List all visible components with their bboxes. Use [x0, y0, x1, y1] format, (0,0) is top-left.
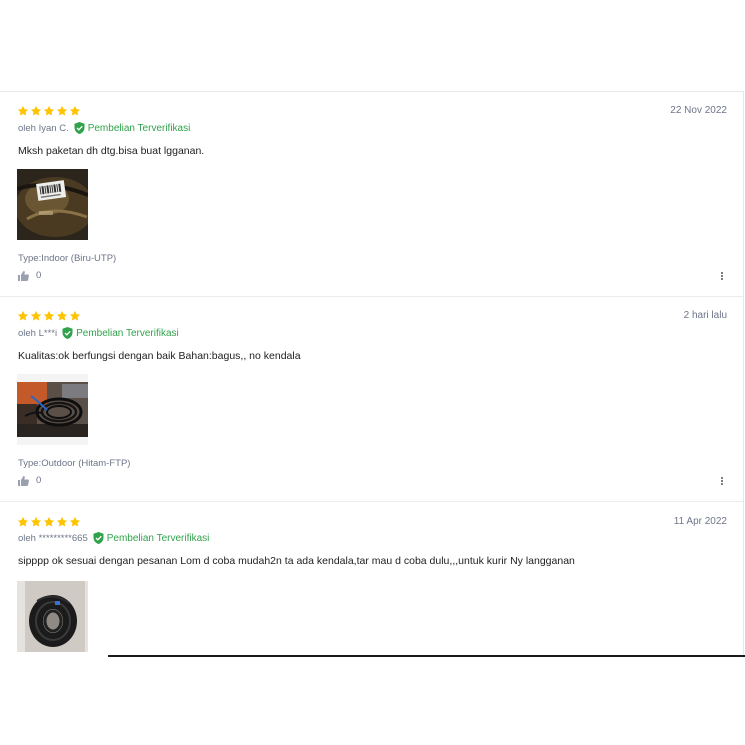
review-text: Mksh paketan dh dtg.bisa buat lgganan. [18, 145, 205, 157]
star-icon [17, 105, 29, 117]
review-text: Kualitas:ok berfungsi dengan baik Bahan:… [18, 350, 301, 362]
verified-label: Pembelian Terverifikasi [106, 532, 210, 544]
star-icon [56, 105, 68, 117]
rating-stars [17, 516, 81, 528]
reviewer-name: oleh *********665 [18, 532, 88, 544]
rating-stars [17, 310, 81, 322]
review-list: 22 Nov 2022 oleh Iyan C. Pembelian Terve… [0, 91, 744, 658]
more-options-button[interactable] [721, 476, 725, 486]
review-photo[interactable] [17, 581, 88, 652]
verified-label: Pembelian Terverifikasi [76, 327, 179, 339]
reviewer-line: oleh Iyan C. Pembelian Terverifikasi [18, 122, 190, 134]
reviewer-name: oleh Iyan C. [18, 122, 69, 134]
star-icon [56, 516, 68, 528]
star-icon [69, 105, 81, 117]
star-icon [69, 516, 81, 528]
bottom-rule [108, 655, 745, 657]
review-date: 11 Apr 2022 [673, 516, 727, 527]
review-text: sipppp ok sesuai dengan pesanan Lom d co… [18, 555, 575, 567]
verified-badge: Pembelian Terverifikasi [74, 122, 191, 134]
star-icon [43, 105, 55, 117]
star-icon [17, 310, 29, 322]
reviewer-line: oleh L***i Pembelian Terverifikasi [18, 327, 179, 339]
review-divider [0, 296, 743, 297]
like-count: 0 [36, 475, 42, 486]
reviewer-name: oleh L***i [18, 327, 58, 339]
review-photo[interactable] [17, 374, 88, 445]
verified-badge: Pembelian Terverifikasi [93, 532, 210, 544]
thumbs-up-icon [18, 475, 29, 486]
verified-shield-icon [62, 327, 73, 339]
star-icon [69, 310, 81, 322]
like-button[interactable]: 0 [18, 270, 41, 281]
like-button[interactable]: 0 [18, 475, 41, 486]
like-count: 0 [36, 270, 42, 281]
star-icon [43, 310, 55, 322]
review-divider [0, 501, 743, 502]
verified-shield-icon [93, 532, 104, 544]
star-icon [43, 516, 55, 528]
star-icon [30, 310, 42, 322]
verified-badge: Pembelian Terverifikasi [62, 327, 179, 339]
star-icon [17, 516, 29, 528]
review-photo[interactable] [17, 169, 88, 240]
more-options-button[interactable] [721, 271, 725, 281]
review-date: 2 hari lalu [683, 310, 727, 321]
rating-stars [17, 105, 81, 117]
star-icon [30, 105, 42, 117]
star-icon [30, 516, 42, 528]
variant-info: Type:Outdoor (Hitam-FTP) [18, 458, 131, 469]
star-icon [56, 310, 68, 322]
verified-label: Pembelian Terverifikasi [87, 122, 191, 134]
verified-shield-icon [74, 122, 85, 134]
variant-info: Type:Indoor (Biru-UTP) [18, 253, 117, 264]
reviewer-line: oleh *********665 Pembelian Terverifikas… [18, 532, 209, 544]
review-date: 22 Nov 2022 [670, 105, 727, 116]
thumbs-up-icon [18, 270, 29, 281]
